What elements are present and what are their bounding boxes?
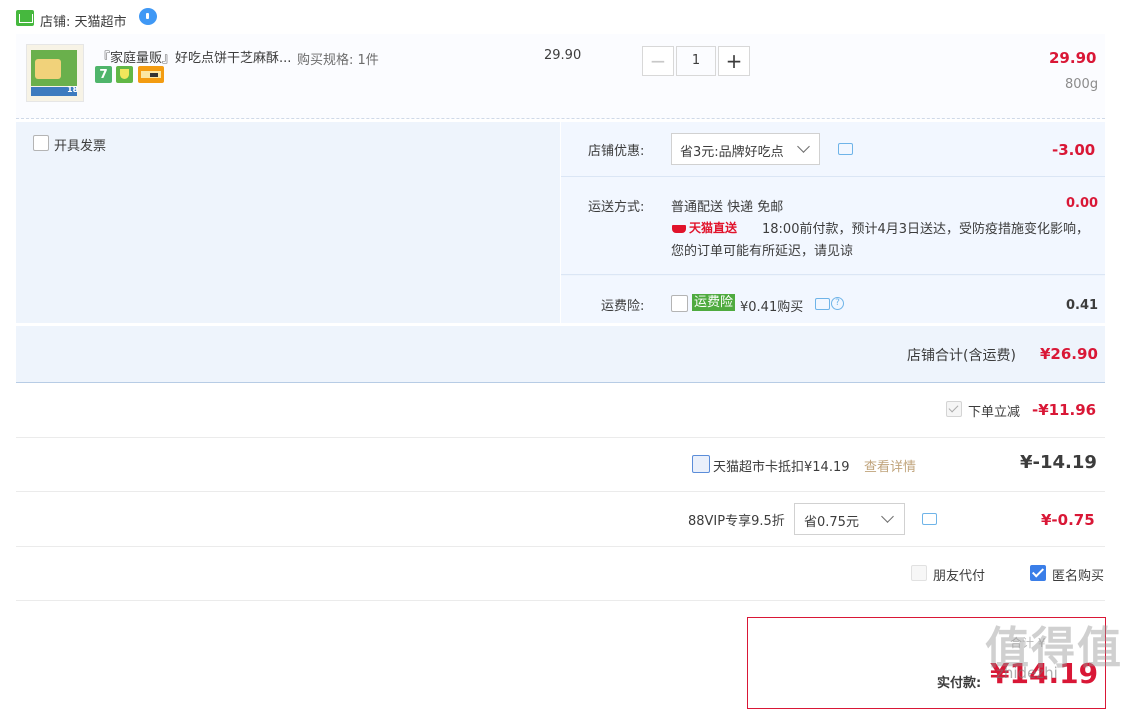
wangwang-chat-icon[interactable] <box>139 8 157 25</box>
instant-discount-checkbox <box>946 401 962 417</box>
quantity-input[interactable]: 1 <box>676 46 716 76</box>
increase-quantity-button[interactable]: + <box>718 46 750 76</box>
insurance-label: 运费险: <box>601 299 645 314</box>
invoice-checkbox[interactable] <box>33 135 49 151</box>
shipping-notice-line1: 18:00前付款，预计4月3日送达，受防疫措施变化影响， <box>762 222 1090 237</box>
service-badge-7day[interactable]: 7 <box>95 66 112 83</box>
chat-icon[interactable] <box>815 298 830 310</box>
service-badge-card-icon[interactable] <box>138 66 164 83</box>
shop-promo-value: 省3元:品牌好吃点 <box>680 145 784 160</box>
quantity-stepper: − 1 + <box>642 46 750 76</box>
shop-total-label: 店铺合计(含运费) <box>907 348 1016 364</box>
thumb-tag: 18 <box>67 85 79 94</box>
chevron-down-icon <box>797 140 810 153</box>
supermarket-card-details-link[interactable]: 查看详情 <box>864 456 916 475</box>
shop-total-amount: ¥26.90 <box>1040 345 1098 363</box>
payment-label: 实付款: <box>937 676 982 691</box>
friend-pay-label[interactable]: 朋友代付 <box>933 565 985 584</box>
item-subtotal: 29.90 <box>1049 49 1097 67</box>
divider <box>16 437 1105 438</box>
shipping-amount: 0.00 <box>1066 196 1099 211</box>
shop-promo-amount: -3.00 <box>1052 141 1096 159</box>
shop-name[interactable]: 店铺: 天猫超市 <box>40 11 127 30</box>
invoice-label[interactable]: 开具发票 <box>54 135 106 154</box>
service-badge-shield-icon[interactable] <box>116 66 133 83</box>
shop-icon <box>16 10 34 26</box>
vip-amount: ¥-0.75 <box>1041 511 1095 529</box>
instant-discount-amount: -¥11.96 <box>1032 401 1097 419</box>
vip-label: 88VIP专享9.5折 <box>688 514 785 529</box>
shop-promo-select[interactable]: 省3元:品牌好吃点 <box>671 133 820 165</box>
insurance-tag: 运费险 <box>692 294 736 311</box>
vip-discount-select[interactable]: 省0.75元 <box>794 503 905 535</box>
product-thumbnail[interactable]: 18 <box>26 44 84 102</box>
anonymous-label[interactable]: 匿名购买 <box>1052 565 1104 584</box>
instant-discount-label: 下单立减 <box>968 405 1021 420</box>
item-weight: 800g <box>1065 77 1099 92</box>
unit-price: 29.90 <box>544 48 582 63</box>
chat-icon[interactable] <box>922 513 937 525</box>
watermark-url: zhidezhi <box>996 664 1058 682</box>
divider <box>16 600 1105 601</box>
item-title[interactable]: 『家庭量贩』好吃点饼干芝麻酥... <box>97 47 292 66</box>
chevron-down-icon <box>881 510 894 523</box>
vip-discount-value: 省0.75元 <box>804 515 859 530</box>
divider <box>16 491 1105 492</box>
tmall-direct-logo: 天猫直送 <box>672 219 752 235</box>
supermarket-card-checkbox[interactable] <box>692 455 710 473</box>
decrease-quantity-button[interactable]: − <box>642 46 674 76</box>
chat-icon[interactable] <box>838 143 853 155</box>
anonymous-checkbox[interactable] <box>1030 565 1046 581</box>
insurance-amount: 0.41 <box>1066 298 1099 313</box>
insurance-price: ¥0.41购买 <box>740 300 804 315</box>
item-spec: 购买规格: 1件 <box>297 53 379 68</box>
divider <box>16 546 1105 547</box>
shop-promo-label: 店铺优惠: <box>588 144 645 159</box>
shipping-method: 普通配送 快递 免邮 <box>671 200 784 215</box>
tmall-direct-text: 天猫直送 <box>689 221 738 235</box>
insurance-checkbox[interactable] <box>671 295 688 312</box>
help-icon[interactable]: ? <box>831 297 844 310</box>
shipping-notice-line2: 您的订单可能有所延迟，请见谅 <box>671 244 854 259</box>
supermarket-card-amount: ¥-14.19 <box>1020 452 1097 473</box>
supermarket-card-label[interactable]: 天猫超市卡抵扣¥14.19 <box>713 456 850 475</box>
shipping-label: 运送方式: <box>588 200 645 215</box>
friend-pay-checkbox[interactable] <box>911 565 927 581</box>
